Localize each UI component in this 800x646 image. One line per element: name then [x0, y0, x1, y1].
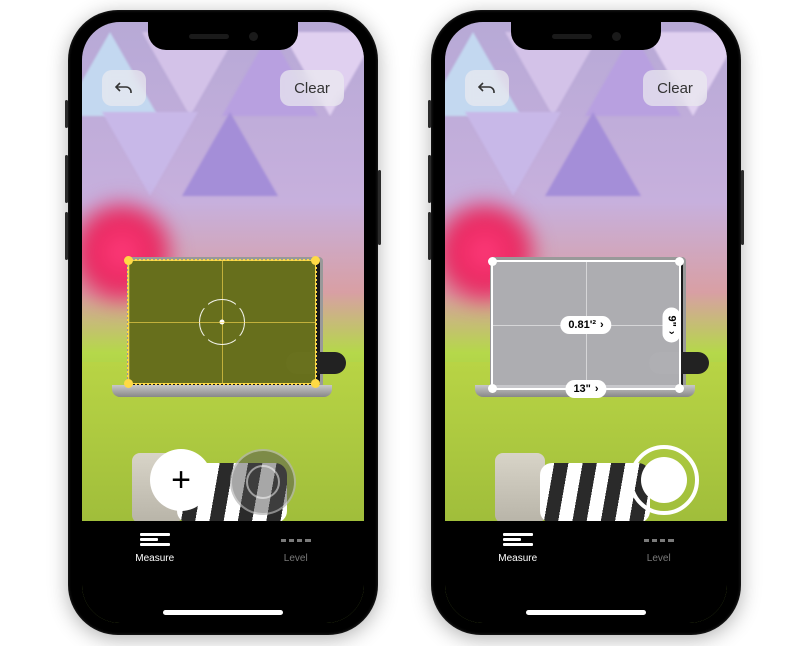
- tab-label: Level: [284, 553, 308, 564]
- notch: [511, 22, 661, 50]
- chevron-right-icon: ›: [665, 331, 677, 335]
- mute-switch: [65, 100, 68, 128]
- chevron-right-icon: ›: [595, 383, 599, 395]
- screen-left: Clear + Measure Level: [82, 22, 364, 623]
- volume-down: [65, 212, 68, 260]
- measure-icon: [503, 533, 533, 547]
- tab-level[interactable]: Level: [281, 533, 311, 564]
- power-button: [378, 170, 381, 245]
- volume-up: [428, 155, 431, 203]
- capture-button[interactable]: [629, 445, 699, 515]
- add-point-button[interactable]: +: [150, 449, 212, 511]
- tab-measure[interactable]: Measure: [498, 533, 537, 564]
- camera-viewport[interactable]: 0.81'² › 13" › 9" › C: [445, 22, 727, 623]
- area-value: 0.81'²: [568, 319, 596, 331]
- tab-label: Measure: [135, 553, 174, 564]
- undo-icon: [115, 80, 133, 96]
- corner-handle-top-left[interactable]: [488, 257, 497, 266]
- undo-icon: [478, 80, 496, 96]
- tab-label: Measure: [498, 553, 537, 564]
- mute-switch: [428, 100, 431, 128]
- corner-handle-top-left[interactable]: [124, 256, 133, 265]
- chevron-right-icon: ›: [600, 319, 604, 331]
- width-measurement-pill[interactable]: 13" ›: [565, 380, 606, 398]
- tab-level[interactable]: Level: [644, 533, 674, 564]
- tab-bar: Measure Level: [445, 521, 727, 623]
- height-value: 9": [665, 315, 677, 326]
- level-icon: [281, 533, 311, 547]
- capture-button-disabled: [230, 449, 296, 515]
- phone-frame-right: 0.81'² › 13" › 9" › C: [431, 10, 741, 635]
- plus-icon: +: [171, 461, 191, 500]
- corner-handle-top-right[interactable]: [675, 257, 684, 266]
- tab-label: Level: [647, 553, 671, 564]
- clear-button[interactable]: Clear: [280, 70, 344, 106]
- undo-button[interactable]: [465, 70, 509, 106]
- home-indicator[interactable]: [163, 610, 283, 615]
- corner-handle-top-right[interactable]: [311, 256, 320, 265]
- power-button: [741, 170, 744, 245]
- notch: [148, 22, 298, 50]
- height-measurement-pill[interactable]: 9" ›: [662, 307, 680, 342]
- home-indicator[interactable]: [526, 610, 646, 615]
- corner-handle-bottom-left[interactable]: [124, 379, 133, 388]
- reticle-icon: [199, 299, 245, 345]
- ar-detection-rect[interactable]: [128, 260, 316, 384]
- width-value: 13": [573, 383, 590, 395]
- corner-handle-bottom-right[interactable]: [311, 379, 320, 388]
- clear-button[interactable]: Clear: [643, 70, 707, 106]
- measure-icon: [140, 533, 170, 547]
- area-measurement-pill[interactable]: 0.81'² ›: [560, 316, 611, 334]
- tab-bar: Measure Level: [82, 521, 364, 623]
- volume-up: [65, 155, 68, 203]
- screen-right: 0.81'² › 13" › 9" › C: [445, 22, 727, 623]
- corner-handle-bottom-right[interactable]: [675, 384, 684, 393]
- measured-rect[interactable]: 0.81'² › 13" › 9" ›: [491, 260, 681, 390]
- level-icon: [644, 533, 674, 547]
- volume-down: [428, 212, 431, 260]
- camera-viewport[interactable]: Clear + Measure Level: [82, 22, 364, 623]
- phone-frame-left: Clear + Measure Level: [68, 10, 378, 635]
- corner-handle-bottom-left[interactable]: [488, 384, 497, 393]
- tab-measure[interactable]: Measure: [135, 533, 174, 564]
- undo-button[interactable]: [102, 70, 146, 106]
